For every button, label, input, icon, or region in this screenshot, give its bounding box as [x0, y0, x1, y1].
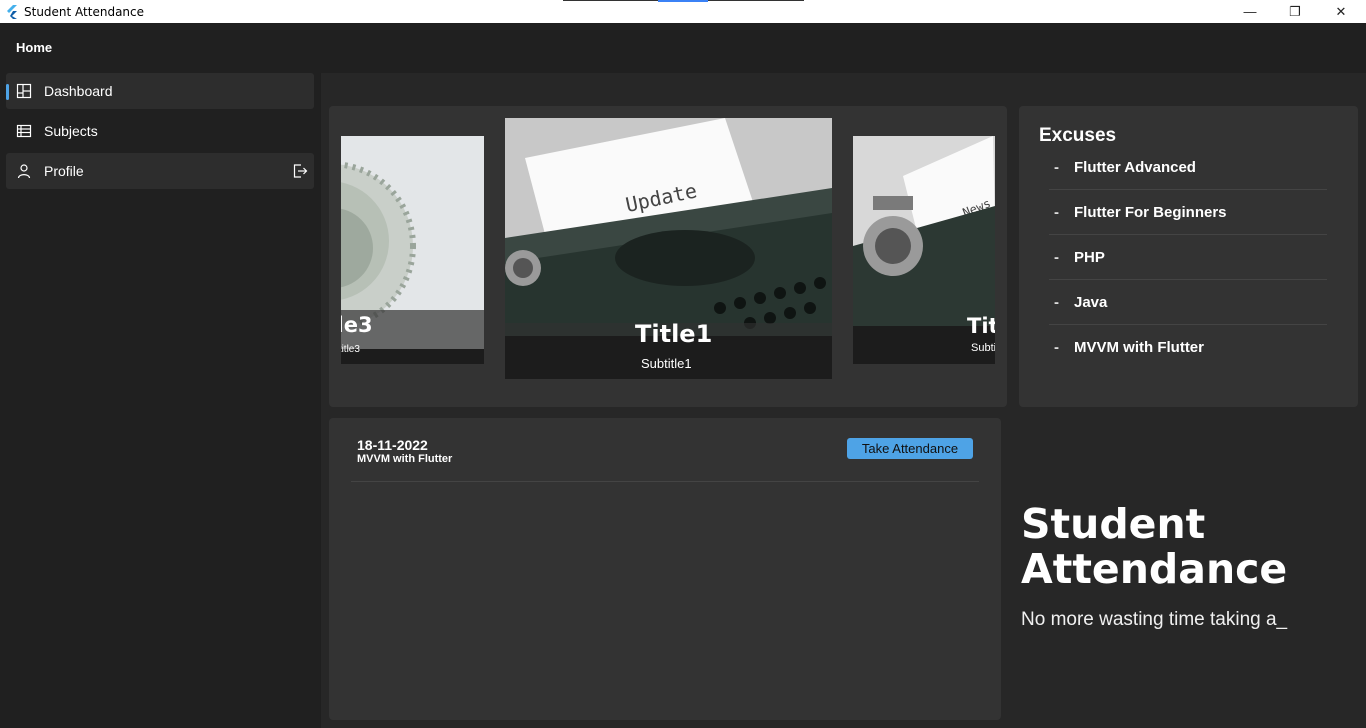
- excuse-label: MVVM with Flutter: [1074, 339, 1204, 356]
- maximize-button[interactable]: ❐: [1272, 0, 1318, 23]
- bullet-dash: -: [1054, 158, 1059, 176]
- sidebar-item-label: Profile: [44, 163, 84, 179]
- attendance-date: 18-11-2022: [357, 437, 428, 453]
- excuse-item[interactable]: - Flutter Advanced: [1049, 145, 1327, 190]
- window-title: Student Attendance: [24, 4, 145, 19]
- sidebar-item-profile[interactable]: Profile: [6, 153, 314, 189]
- hero-subtitle: No more wasting time taking a_: [1021, 609, 1288, 630]
- bullet-dash: -: [1054, 248, 1059, 266]
- excuse-item[interactable]: - Java: [1049, 280, 1327, 325]
- flutter-logo-icon: [7, 4, 17, 19]
- excuse-item[interactable]: - MVVM with Flutter: [1049, 325, 1327, 370]
- image-carousel[interactable]: Title3 Subtitle3 Update Title1 Subtitle1: [329, 106, 1007, 407]
- excuse-label: Flutter For Beginners: [1074, 203, 1227, 221]
- card-image-typewriter-news: News: [853, 136, 995, 326]
- excuses-panel: Excuses - Flutter Advanced - Flutter For…: [1019, 106, 1358, 407]
- attendance-panel: 18-11-2022 MVVM with Flutter Take Attend…: [329, 418, 1001, 720]
- carousel-card-title3[interactable]: Title3 Subtitle3: [341, 136, 484, 364]
- sidebar-item-label: Subjects: [44, 123, 98, 139]
- divider: [351, 481, 979, 482]
- app-header: Home: [0, 23, 1366, 73]
- minimize-button[interactable]: —: [1227, 0, 1273, 23]
- excuse-item[interactable]: - PHP: [1049, 235, 1327, 280]
- card-subtitle: Subtitle1: [641, 356, 692, 371]
- excuse-label: Flutter Advanced: [1074, 158, 1196, 176]
- bullet-dash: -: [1054, 203, 1059, 221]
- excuse-label: PHP: [1074, 248, 1105, 266]
- sidebar: Dashboard Subjects Profile: [0, 73, 320, 728]
- excuses-title: Excuses: [1039, 125, 1117, 146]
- table-icon: [16, 124, 32, 138]
- logout-icon[interactable]: [292, 163, 308, 179]
- dashboard-icon: [16, 83, 32, 99]
- take-attendance-button[interactable]: Take Attendance: [847, 438, 973, 459]
- bullet-dash: -: [1054, 293, 1059, 311]
- carousel-card-title1[interactable]: Update Title1 Subtitle1: [505, 118, 832, 379]
- sidebar-item-dashboard[interactable]: Dashboard: [6, 73, 314, 109]
- card-title: Title3: [341, 313, 373, 337]
- card-image-typewriter: Update: [505, 118, 832, 336]
- sidebar-item-label: Dashboard: [44, 83, 113, 99]
- window-titlebar: Student Attendance — ❐ ✕: [0, 0, 1366, 23]
- active-indicator: [6, 84, 9, 100]
- card-subtitle: Subtitle2: [971, 342, 995, 354]
- close-button[interactable]: ✕: [1318, 0, 1364, 23]
- card-title: Title2: [967, 314, 995, 338]
- carousel-card-title2[interactable]: News Title2 Subtitle2: [853, 136, 995, 364]
- excuse-label: Java: [1074, 293, 1108, 311]
- card-subtitle: Subtitle3: [341, 344, 360, 355]
- attendance-subject: MVVM with Flutter: [357, 453, 453, 465]
- sidebar-item-subjects[interactable]: Subjects: [6, 113, 314, 149]
- card-title: Title1: [635, 320, 713, 348]
- title-progress-bar: [563, 0, 804, 2]
- bullet-dash: -: [1054, 339, 1059, 356]
- excuse-item[interactable]: - Flutter For Beginners: [1049, 190, 1327, 235]
- hero-title: Student Attendance: [1021, 500, 1288, 593]
- page-title: Home: [16, 40, 53, 55]
- person-icon: [17, 164, 31, 179]
